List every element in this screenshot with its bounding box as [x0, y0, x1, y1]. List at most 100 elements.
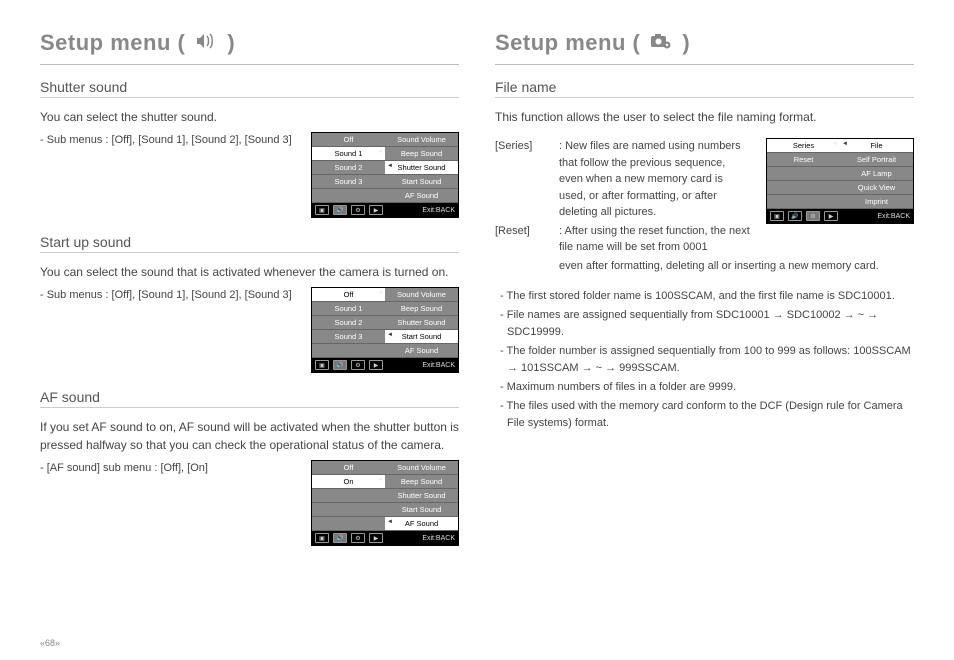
speaker-icon: 🔊: [333, 533, 347, 543]
menu-item-right: Sound Volume: [385, 133, 458, 147]
menu-preview-af: OffOn Sound VolumeBeep SoundShutter Soun…: [311, 460, 459, 546]
menu-item-right: File: [840, 139, 913, 153]
menu-item-left: Off: [312, 288, 385, 302]
section-desc: You can select the sound that is activat…: [40, 263, 459, 281]
speaker-icon: 🔊: [788, 211, 802, 221]
submenu-text: - Sub menus : [Off], [Sound 1], [Sound 2…: [40, 287, 297, 304]
page-number: «68»: [40, 638, 60, 648]
title-separator: [495, 64, 914, 65]
menu-item-left: Off: [312, 133, 385, 147]
title-text-a: Setup menu (: [40, 30, 185, 56]
menu-item-right: Start Sound: [385, 503, 458, 517]
note-item: Maximum numbers of files in a folder are…: [495, 379, 914, 396]
menu-footer: ▣🔊⚙▶Exit:BACK: [312, 203, 458, 217]
term-reset: [Reset]: [495, 223, 551, 256]
menu-item-left: [767, 181, 840, 195]
section-heading: AF sound: [40, 389, 459, 405]
definition-list: [Series] : New files are named using num…: [495, 138, 752, 258]
section-desc: You can select the shutter sound.: [40, 108, 459, 126]
section-af-sound: AF sound If you set AF sound to on, AF s…: [40, 389, 459, 562]
section-file-name: File name This function allows the user …: [495, 79, 914, 434]
section-startup-sound: Start up sound You can select the sound …: [40, 234, 459, 389]
section-heading: Start up sound: [40, 234, 459, 250]
page-title-right: Setup menu ( ): [495, 30, 914, 56]
play-icon: ▶: [369, 205, 383, 215]
play-icon: ▶: [369, 533, 383, 543]
menu-item-right: AF Sound: [385, 344, 458, 358]
camera-icon: ▣: [315, 533, 329, 543]
menu-item-left: [767, 167, 840, 181]
section-shutter-sound: Shutter sound You can select the shutter…: [40, 79, 459, 234]
menu-item-left: Sound 2: [312, 161, 385, 175]
exit-label: Exit:BACK: [877, 213, 910, 220]
menu-item-left: Series: [767, 139, 840, 153]
speaker-icon: 🔊: [333, 360, 347, 370]
gear-icon: ⚙: [351, 205, 365, 215]
desc-series: : New files are named using numbers that…: [559, 138, 752, 221]
menu-item-right: AF Lamp: [840, 167, 913, 181]
menu-item-left: [312, 503, 385, 517]
title-text-b: ): [227, 30, 235, 56]
menu-footer: ▣ 🔊 ⚙ ▶ Exit:BACK: [767, 209, 913, 223]
desc-reset-a: : After using the reset function, the ne…: [559, 223, 752, 256]
section-desc: This function allows the user to select …: [495, 108, 914, 126]
note-item: The folder number is assigned sequential…: [495, 343, 914, 377]
menu-item-left: Sound 1: [312, 147, 385, 161]
note-item: The files used with the memory card conf…: [495, 398, 914, 432]
menu-item-left: [312, 517, 385, 531]
section-separator: [40, 252, 459, 253]
menu-item-right: Imprint: [840, 195, 913, 209]
menu-item-right: Shutter Sound: [385, 489, 458, 503]
page-title-left: Setup menu ( ): [40, 30, 459, 56]
menu-item-right: AF Sound: [385, 517, 458, 531]
menu-item-left: [767, 195, 840, 209]
menu-preview-startup: OffSound 1Sound 2Sound 3 Sound VolumeBee…: [311, 287, 459, 373]
note-item: The first stored folder name is 100SSCAM…: [495, 288, 914, 305]
menu-item-left: [312, 344, 385, 358]
desc-reset-b: even after formatting, deleting all or i…: [559, 258, 914, 275]
menu-item-left: On: [312, 475, 385, 489]
title-text-a: Setup menu (: [495, 30, 640, 56]
menu-item-left: Off: [312, 461, 385, 475]
speaker-icon: [195, 32, 217, 50]
menu-item-left: [312, 489, 385, 503]
menu-item-left: Reset: [767, 153, 840, 167]
section-separator: [40, 97, 459, 98]
submenu-text: - Sub menus : [Off], [Sound 1], [Sound 2…: [40, 132, 297, 149]
section-separator: [40, 407, 459, 408]
menu-item-right: Quick View: [840, 181, 913, 195]
camera-icon: ▣: [770, 211, 784, 221]
section-heading: File name: [495, 79, 914, 95]
right-column: Setup menu ( ) File name This function a…: [495, 30, 914, 640]
note-item: File names are assigned sequentially fro…: [495, 307, 914, 341]
term-series: [Series]: [495, 138, 551, 221]
speaker-icon: 🔊: [333, 205, 347, 215]
menu-item-left: Sound 1: [312, 302, 385, 316]
section-separator: [495, 97, 914, 98]
section-heading: Shutter sound: [40, 79, 459, 95]
menu-item-left: Sound 3: [312, 175, 385, 189]
exit-label: Exit:BACK: [422, 362, 455, 369]
menu-footer: ▣🔊⚙▶Exit:BACK: [312, 531, 458, 545]
menu-item-right: Shutter Sound: [385, 161, 458, 175]
menu-footer: ▣🔊⚙▶Exit:BACK: [312, 358, 458, 372]
left-column: Setup menu ( ) Shutter sound You can sel…: [40, 30, 459, 640]
title-text-b: ): [682, 30, 690, 56]
gear-icon: ⚙: [806, 211, 820, 221]
menu-preview-filename: SeriesReset FileSelf PortraitAF LampQuic…: [766, 138, 914, 224]
menu-item-right: Beep Sound: [385, 302, 458, 316]
menu-item-right: Beep Sound: [385, 147, 458, 161]
menu-item-right: Sound Volume: [385, 288, 458, 302]
notes-list: The first stored folder name is 100SSCAM…: [495, 288, 914, 432]
submenu-text: - [AF sound] sub menu : [Off], [On]: [40, 460, 297, 477]
play-icon: ▶: [824, 211, 838, 221]
menu-item-right: Sound Volume: [385, 461, 458, 475]
menu-item-right: Start Sound: [385, 330, 458, 344]
gear-icon: ⚙: [351, 533, 365, 543]
menu-item-left: Sound 3: [312, 330, 385, 344]
menu-item-left: [312, 189, 385, 203]
menu-preview-shutter: OffSound 1Sound 2Sound 3 Sound VolumeBee…: [311, 132, 459, 218]
play-icon: ▶: [369, 360, 383, 370]
menu-item-right: AF Sound: [385, 189, 458, 203]
camera-icon: ▣: [315, 360, 329, 370]
